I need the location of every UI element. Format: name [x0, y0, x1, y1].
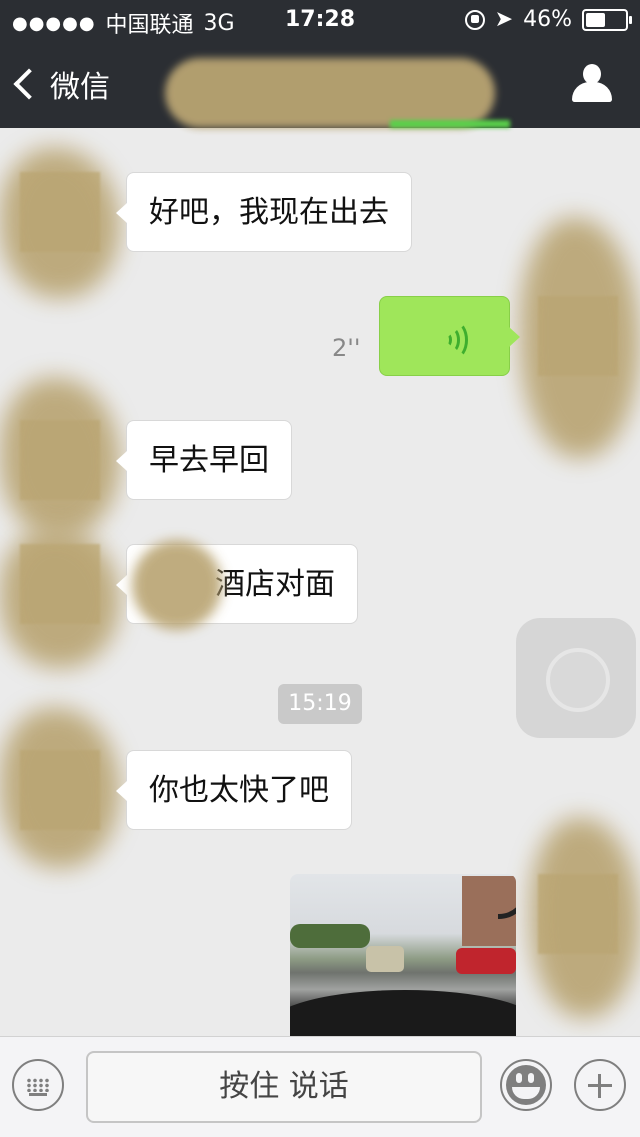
- message-bubble[interactable]: 好吧，我现在出去: [116, 172, 412, 252]
- wave-arc: [443, 321, 468, 359]
- nav-bar: 微信: [0, 40, 640, 128]
- photo-car: [456, 948, 516, 974]
- profile-body: [572, 82, 612, 102]
- chat-area[interactable]: 好吧，我现在出去 2'' 早去早回 酒店对面 15:19 你也太快了吧: [0, 128, 640, 1036]
- photo-trees: [290, 924, 370, 948]
- message-text: 你也太快了吧: [149, 773, 329, 808]
- chevron-left-icon: [13, 68, 45, 100]
- text-redaction: [132, 540, 222, 630]
- back-button[interactable]: 微信: [13, 62, 110, 106]
- plus-icon: [598, 1074, 601, 1098]
- battery-percent: 46%: [523, 7, 572, 32]
- message-text: 酒店对面: [215, 567, 335, 602]
- input-bar: 按住 说话: [0, 1036, 640, 1137]
- profile-head: [583, 64, 601, 84]
- emoji-eye: [516, 1073, 522, 1083]
- voice-duration: 2'': [332, 334, 361, 362]
- status-right: ➤ 46%: [464, 7, 632, 32]
- back-label: 微信: [50, 70, 110, 105]
- avatar-redaction: [0, 378, 120, 538]
- battery-icon: [582, 8, 632, 31]
- keyboard-toggle-button[interactable]: [12, 1059, 64, 1111]
- message-bubble[interactable]: 早去早回: [116, 420, 292, 500]
- voice-message-bubble[interactable]: [379, 296, 520, 376]
- status-bar: ●●●●● 中国联通 3G 17:28 ➤ 46%: [0, 0, 640, 40]
- redacted-fragment: [390, 120, 510, 128]
- location-arrow-icon: ➤: [494, 7, 514, 32]
- voice-wave-icon: [443, 321, 473, 359]
- message-text: 好吧，我现在出去: [149, 195, 389, 230]
- photo-dashboard: [290, 990, 516, 1036]
- avatar-redaction: [0, 708, 120, 868]
- assistive-touch-icon: [546, 648, 610, 712]
- emoji-button[interactable]: [500, 1059, 552, 1111]
- message-text: 早去早回: [149, 443, 269, 478]
- message-bubble[interactable]: 你也太快了吧: [116, 750, 352, 830]
- avatar-redaction: [0, 528, 120, 668]
- chat-title-redacted: [165, 58, 495, 128]
- battery-fill: [586, 12, 606, 27]
- avatar-redaction: [530, 818, 640, 1018]
- hold-to-talk-button[interactable]: 按住 说话: [86, 1051, 482, 1123]
- emoji-face-icon: [506, 1065, 546, 1105]
- keyboard-spacebar-mark: [29, 1093, 47, 1096]
- avatar-redaction: [520, 218, 640, 458]
- image-message[interactable]: [290, 874, 516, 1036]
- rotation-lock-icon: [464, 9, 485, 30]
- more-options-button[interactable]: [574, 1059, 626, 1111]
- emoji-eye: [528, 1073, 534, 1083]
- assistive-touch-button[interactable]: [516, 618, 636, 738]
- avatar-redaction: [0, 148, 120, 298]
- contact-profile-icon[interactable]: [572, 64, 612, 104]
- photo-road-sign-arrow: [498, 888, 516, 919]
- keyboard-icon: [26, 1078, 50, 1092]
- photo-car: [366, 946, 404, 972]
- message-timestamp: 15:19: [278, 684, 362, 724]
